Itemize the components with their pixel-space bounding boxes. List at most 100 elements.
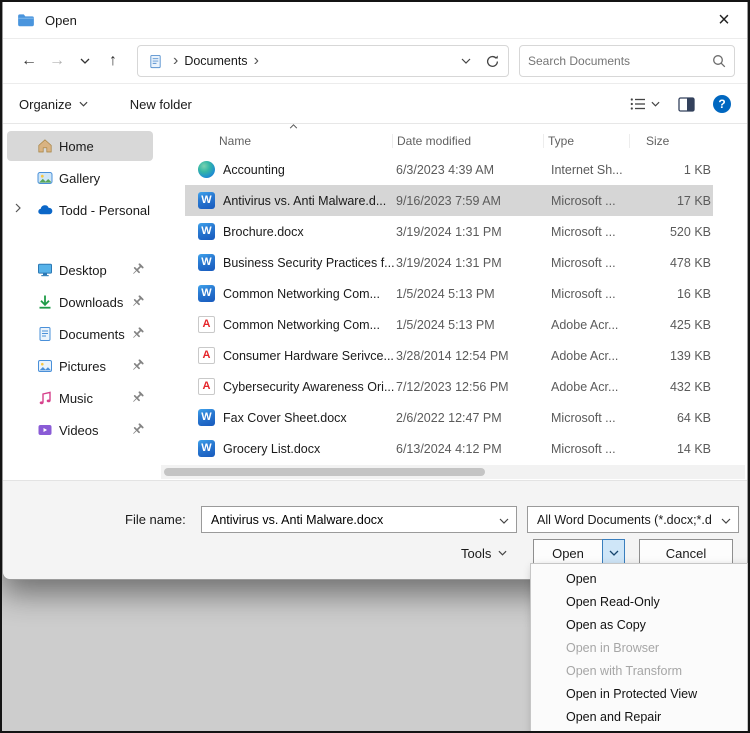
tools-button[interactable]: Tools (461, 539, 507, 567)
file-size: 14 KB (676, 441, 711, 456)
file-size: 16 KB (676, 286, 711, 301)
file-type: Adobe Acr... (551, 348, 619, 363)
file-name: Consumer Hardware Serivce... (223, 348, 394, 363)
file-type-icon (198, 254, 215, 271)
music-icon (37, 390, 53, 406)
menu-item[interactable]: Open in Protected View (531, 682, 747, 705)
file-name: Antivirus vs. Anti Malware.d... (223, 193, 387, 208)
search-icon[interactable] (712, 54, 726, 68)
file-size: 1 KB (683, 162, 711, 177)
file-row[interactable]: Consumer Hardware Serivce... 3/28/2014 1… (185, 340, 713, 371)
file-row[interactable]: Brochure.docx 3/19/2024 1:31 PM Microsof… (185, 216, 713, 247)
recent-locations-chevron-icon[interactable] (71, 46, 99, 76)
view-options-button[interactable] (630, 96, 660, 112)
file-size: 432 KB (669, 379, 711, 394)
file-row[interactable]: Common Networking Com... 1/5/2024 5:13 P… (185, 309, 713, 340)
file-size: 139 KB (669, 348, 711, 363)
sidebar-item-videos[interactable]: Videos (7, 415, 153, 445)
sidebar-item-pictures[interactable]: Pictures (7, 351, 153, 381)
back-button[interactable]: ← (15, 46, 43, 76)
sidebar-item-documents[interactable]: Documents (7, 319, 153, 349)
preview-pane-icon (678, 96, 695, 112)
sidebar-item-label: Gallery (59, 170, 101, 186)
file-name: Cybersecurity Awareness Ori... (223, 379, 395, 394)
file-name: Brochure.docx (223, 224, 304, 239)
file-type: Microsoft ... (551, 441, 616, 456)
file-size: 425 KB (669, 317, 711, 332)
column-header-date-modified[interactable]: Date modified (392, 134, 547, 148)
file-name-combobox[interactable] (201, 506, 517, 533)
tools-label: Tools (461, 545, 492, 561)
menu-item[interactable]: Open with Transform (531, 659, 747, 682)
sidebar-item-gallery[interactable]: Gallery (7, 163, 153, 193)
file-type-icon (198, 161, 215, 178)
menu-item[interactable]: Open Read-Only (531, 590, 747, 613)
onedrive-cloud-icon (37, 202, 53, 218)
documents-icon (37, 326, 53, 342)
file-type: Microsoft ... (551, 286, 616, 301)
menu-item[interactable]: Open (531, 567, 747, 590)
new-folder-label: New folder (129, 96, 192, 112)
expand-chevron-icon[interactable] (15, 203, 21, 213)
file-type: Microsoft ... (551, 224, 616, 239)
menu-item-label: Open (566, 571, 597, 586)
menu-item[interactable]: Open in Browser (531, 636, 747, 659)
menu-item[interactable]: Open and Repair (531, 705, 747, 728)
new-folder-button[interactable]: New folder (130, 97, 192, 112)
file-row[interactable]: Fax Cover Sheet.docx 2/6/2022 12:47 PM M… (185, 402, 713, 433)
search-box[interactable] (519, 45, 735, 77)
menu-item[interactable]: Open as Copy (531, 613, 747, 636)
open-options-menu: Open Open Read-Only Open as Copy Open in… (530, 563, 748, 731)
address-bar[interactable]: › Documents › (137, 45, 509, 77)
file-row[interactable]: Business Security Practices f... 3/19/20… (185, 247, 713, 278)
gallery-icon (37, 170, 53, 186)
column-header-type[interactable]: Type (543, 134, 633, 148)
file-row[interactable]: Cybersecurity Awareness Ori... 7/12/2023… (185, 371, 713, 402)
navigation-pane: Home Gallery Todd - Personal Desktop Dow… (3, 124, 157, 480)
sidebar-item-music[interactable]: Music (7, 383, 153, 413)
breadcrumb-documents[interactable]: Documents (184, 54, 247, 68)
app-icon (17, 11, 35, 29)
desktop-icon (37, 262, 53, 278)
sidebar-item-desktop[interactable]: Desktop (7, 255, 153, 285)
close-button[interactable]: × (701, 2, 747, 38)
window-title: Open (45, 12, 77, 28)
file-size: 64 KB (676, 410, 711, 425)
file-type-icon (198, 223, 215, 240)
file-row[interactable]: Accounting 6/3/2023 4:39 AM Internet Sh.… (185, 154, 713, 185)
forward-button[interactable]: → (43, 46, 71, 76)
breadcrumb-separator-icon[interactable]: › (254, 52, 259, 70)
titlebar: Open × (3, 2, 747, 38)
file-list: Accounting 6/3/2023 4:39 AM Internet Sh.… (161, 154, 745, 464)
scrollbar-thumb[interactable] (164, 468, 486, 476)
file-row[interactable]: Common Networking Com... 1/5/2024 5:13 P… (185, 278, 713, 309)
preview-pane-button[interactable] (678, 96, 695, 112)
file-name-input[interactable] (211, 512, 494, 527)
column-header-size[interactable]: Size (629, 134, 699, 148)
file-type-dropdown[interactable]: All Word Documents (*.docx;*.d (527, 506, 739, 533)
chevron-down-icon (609, 550, 618, 556)
file-type-value: All Word Documents (*.docx;*.d (537, 512, 712, 527)
refresh-icon[interactable] (485, 54, 500, 69)
sidebar-item-label: Todd - Personal (59, 202, 151, 218)
search-input[interactable] (528, 54, 712, 68)
file-date-modified: 6/3/2023 4:39 AM (396, 162, 494, 177)
file-row[interactable]: Antivirus vs. Anti Malware.d... 9/16/202… (185, 185, 713, 216)
sidebar-item-downloads[interactable]: Downloads (7, 287, 153, 317)
horizontal-scrollbar[interactable] (161, 465, 745, 479)
navigation-toolbar: ← → ↑ › Documents › (3, 38, 747, 84)
file-row[interactable]: Grocery List.docx 6/13/2024 4:12 PM Micr… (185, 433, 713, 464)
organize-button[interactable]: Organize (19, 97, 88, 112)
sidebar-item-onedrive[interactable]: Todd - Personal (7, 195, 153, 225)
sidebar-item-home[interactable]: Home (7, 131, 153, 161)
file-name: Fax Cover Sheet.docx (223, 410, 347, 425)
pin-icon (130, 326, 145, 341)
address-dropdown-chevron-icon[interactable] (461, 58, 471, 64)
breadcrumb-separator-icon: › (173, 52, 179, 69)
up-button[interactable]: ↑ (99, 46, 127, 76)
chevron-down-icon (498, 550, 507, 556)
column-header-name[interactable]: Name (219, 134, 396, 148)
pin-icon (130, 390, 145, 405)
chevron-down-icon[interactable] (499, 518, 509, 524)
help-button[interactable]: ? (713, 95, 731, 113)
